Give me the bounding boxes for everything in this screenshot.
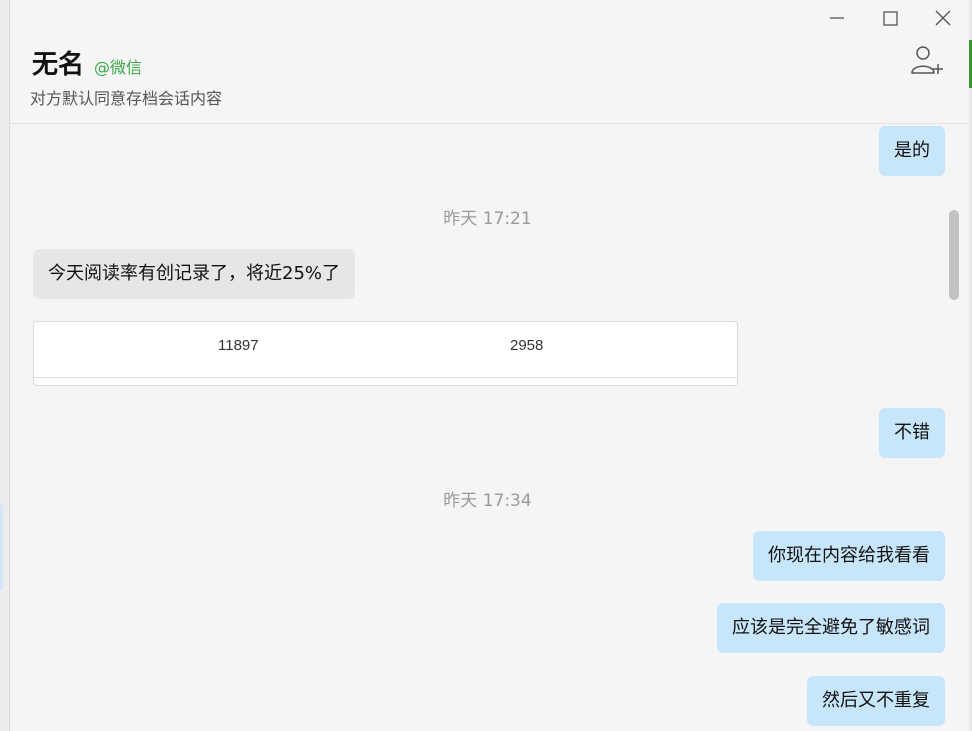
chat-window: 无名 @微信 对方默认同意存档会话内容 是的 昨天 17:21 今天阅读率有创记… bbox=[10, 0, 969, 731]
minimize-icon bbox=[830, 17, 844, 19]
add-member-button[interactable] bbox=[910, 44, 944, 76]
message-bubble-sent[interactable]: 然后又不重复 bbox=[807, 676, 945, 726]
message-list[interactable]: 是的 昨天 17:21 今天阅读率有创记录了，将近25%了 11897 2958… bbox=[10, 124, 969, 731]
close-icon bbox=[935, 10, 951, 26]
background-window-edge bbox=[0, 0, 10, 731]
message-bubble-sent[interactable]: 不错 bbox=[879, 408, 945, 458]
maximize-icon bbox=[883, 11, 898, 26]
minimize-button[interactable] bbox=[825, 6, 849, 30]
message-bubble-sent[interactable]: 应该是完全避免了敏感词 bbox=[717, 603, 945, 653]
maximize-button[interactable] bbox=[878, 6, 902, 30]
message-timestamp: 昨天 17:34 bbox=[443, 491, 532, 511]
chat-header: 无名 @微信 对方默认同意存档会话内容 bbox=[10, 0, 969, 124]
message-bubble-received[interactable]: 今天阅读率有创记录了，将近25%了 bbox=[33, 249, 356, 299]
source-tag: @微信 bbox=[94, 58, 143, 77]
background-window-accent bbox=[0, 505, 3, 590]
message-bubble-sent[interactable]: 你现在内容给我看看 bbox=[753, 531, 945, 581]
chat-scrollbar-thumb[interactable] bbox=[949, 210, 959, 300]
message-timestamp: 昨天 17:21 bbox=[443, 209, 532, 229]
close-button[interactable] bbox=[931, 6, 955, 30]
message-bubble-sent[interactable]: 是的 bbox=[879, 126, 945, 176]
card-divider bbox=[34, 377, 737, 378]
contact-title: 无名 @微信 bbox=[32, 44, 142, 81]
card-value: 11897 bbox=[218, 337, 259, 354]
archive-notice: 对方默认同意存档会话内容 bbox=[30, 89, 223, 108]
add-person-icon bbox=[911, 46, 943, 74]
shared-data-card[interactable]: 11897 2958 bbox=[33, 321, 738, 386]
contact-name: 无名 bbox=[32, 50, 85, 80]
card-value: 2958 bbox=[510, 337, 544, 354]
